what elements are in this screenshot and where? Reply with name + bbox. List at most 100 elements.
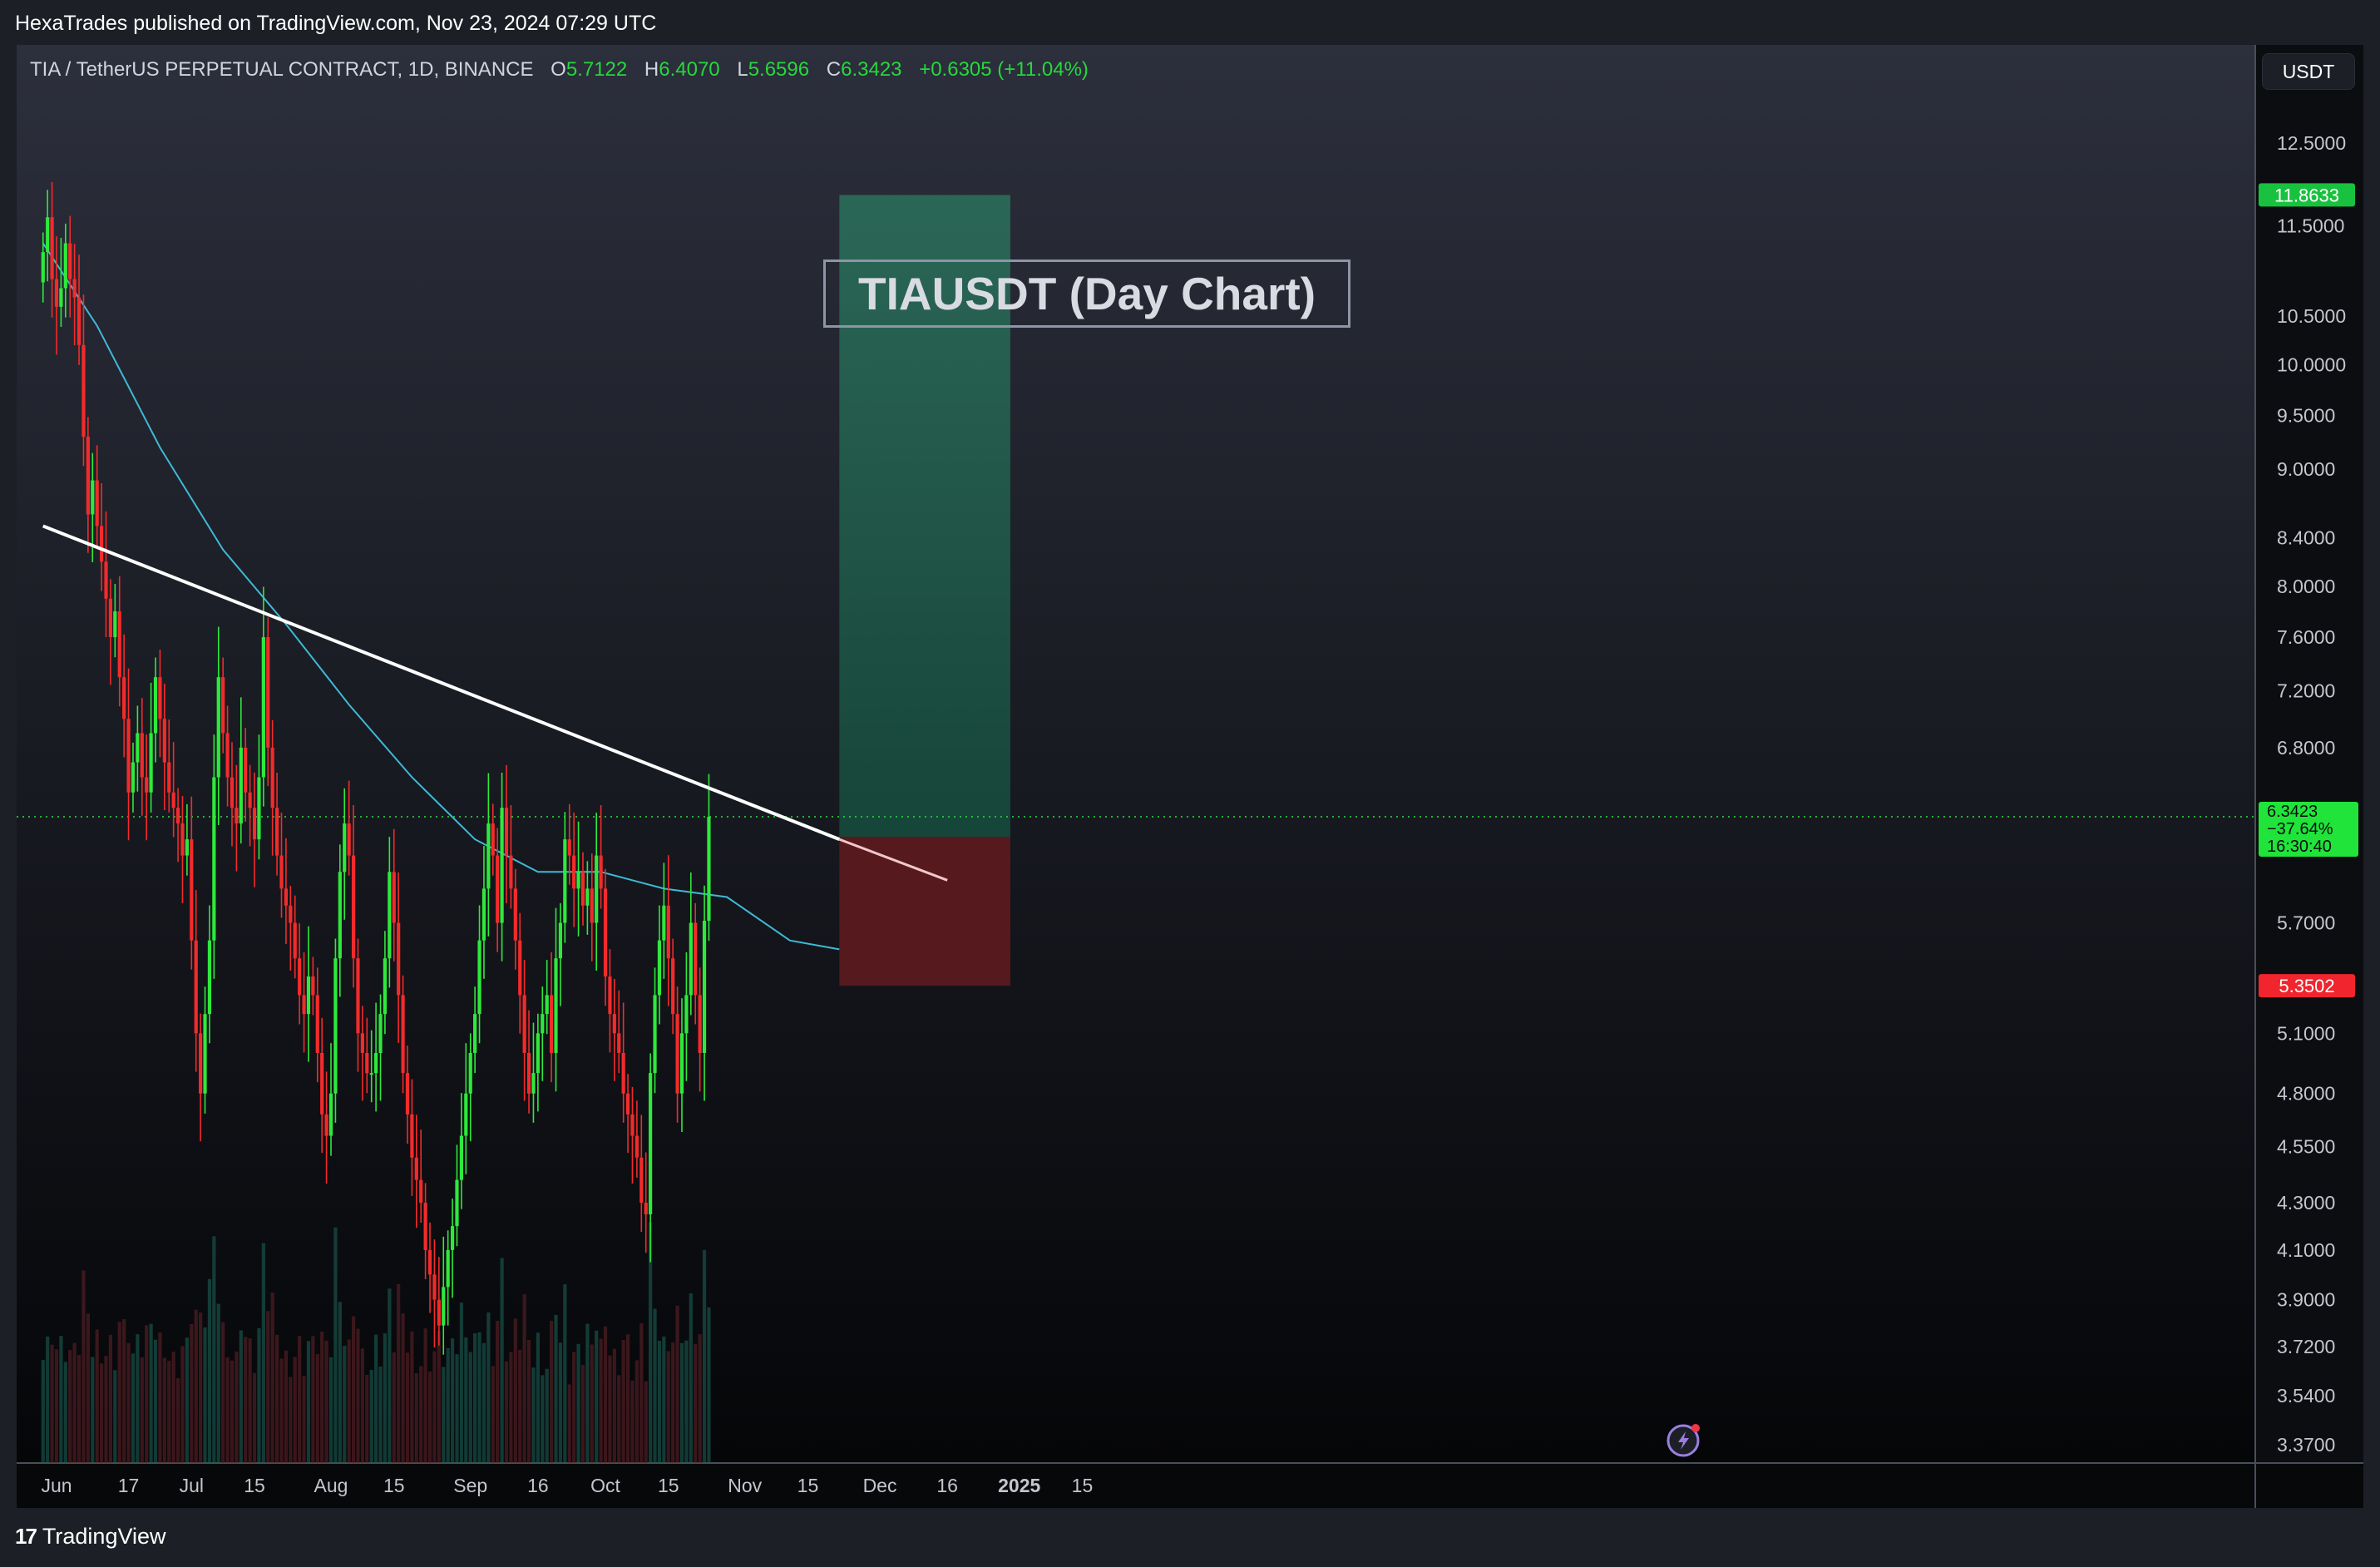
open-label: O (551, 58, 566, 81)
candle-body (531, 1073, 536, 1094)
volume-bar (320, 1332, 324, 1463)
volume-bar (266, 1311, 270, 1463)
last-price-badge-line: 16:30:40 (2267, 838, 2332, 856)
volume-bar (671, 1342, 675, 1463)
y-tick-label: 3.9000 (2277, 1289, 2335, 1311)
price-badge-label: 11.8633 (2274, 185, 2339, 205)
currency-selector[interactable]: USDT (2262, 53, 2355, 90)
symbol-description[interactable]: TIA / TetherUS PERPETUAL CONTRACT, 1D, B… (30, 58, 533, 81)
alert-icon[interactable] (1666, 1424, 1700, 1457)
candle-body (481, 888, 486, 941)
candle-body (590, 888, 594, 923)
volume-bar (136, 1334, 140, 1463)
candle-body (333, 958, 338, 1094)
volume-bar (221, 1322, 225, 1463)
x-tick-label: Dec (863, 1475, 897, 1496)
candle-body (639, 1157, 644, 1204)
low-label: L (737, 58, 748, 81)
candle-body (671, 958, 675, 1015)
candle-body (235, 808, 239, 824)
volume-bar (185, 1337, 189, 1463)
candle-body (694, 922, 698, 996)
candle-body (257, 777, 261, 840)
candle-body (194, 940, 198, 1034)
volume-bar (526, 1340, 531, 1463)
candle-body (572, 855, 576, 889)
volume-bar (518, 1349, 522, 1463)
volume-bar (378, 1367, 383, 1463)
candle-body (68, 243, 72, 279)
candle-body (324, 1114, 328, 1136)
volume-bar (207, 1278, 212, 1463)
y-tick-label: 12.5000 (2277, 132, 2346, 154)
y-tick-label: 9.5000 (2277, 405, 2335, 427)
volume-bar (401, 1313, 405, 1463)
volume-bar (95, 1329, 99, 1463)
volume-bar (46, 1336, 50, 1463)
volume-bar (175, 1377, 180, 1463)
volume-bar (536, 1332, 540, 1463)
volume-bar (617, 1375, 621, 1463)
candle-body (180, 823, 185, 856)
candle-body (108, 598, 113, 638)
candle-body (131, 762, 136, 793)
volume-bar (414, 1373, 418, 1463)
volume-bar (324, 1340, 328, 1463)
candle-body (423, 1203, 427, 1250)
candle-body (378, 1014, 383, 1053)
x-tick-label: 15 (658, 1475, 679, 1496)
volume-bar (545, 1368, 549, 1463)
volume-bar (405, 1352, 410, 1463)
low-value: 5.6596 (748, 58, 810, 81)
volume-bar (140, 1357, 144, 1463)
volume-bar (100, 1363, 104, 1463)
volume-bar (446, 1347, 450, 1463)
volume-bar (468, 1352, 472, 1463)
candle-body (635, 1135, 639, 1158)
volume-bar (333, 1227, 338, 1463)
volume-bar (117, 1322, 121, 1463)
volume-bar (432, 1351, 437, 1463)
volume-bar (388, 1288, 392, 1463)
volume-bar (500, 1258, 504, 1463)
candle-body (207, 940, 212, 1015)
candle-body (113, 611, 117, 638)
candle-body (630, 1114, 635, 1136)
candle-body (360, 1033, 364, 1053)
volume-bar (257, 1327, 261, 1463)
price-chart[interactable]: 12.5000 11.5000 10.5000 10.0000 9.5000 9.0000… (0, 0, 2380, 1567)
candle-body (679, 1033, 684, 1094)
volume-bar (491, 1366, 495, 1463)
candle-body (140, 733, 144, 778)
candle-body (284, 888, 289, 906)
candle-body (545, 995, 549, 1015)
candle-body (356, 958, 360, 1034)
volume-bar (572, 1352, 576, 1463)
candle-body (274, 808, 279, 856)
candle-body (662, 905, 666, 941)
volume-bar (374, 1334, 378, 1463)
volume-bar (311, 1336, 315, 1463)
volume-bar (91, 1357, 95, 1463)
candle-body (707, 817, 711, 921)
volume-bar (590, 1344, 594, 1463)
ohlc-legend: TIA / TetherUS PERPETUAL CONTRACT, 1D, B… (30, 58, 1100, 82)
candle-body (442, 1287, 446, 1326)
volume-bar (203, 1327, 207, 1463)
change-value: +0.6305 (+11.04%) (919, 58, 1089, 81)
y-tick-label: 8.4000 (2277, 527, 2335, 549)
volume-bar (684, 1340, 689, 1463)
volume-bar (252, 1372, 257, 1463)
chart-title: TIAUSDT (Day Chart) (823, 260, 1350, 328)
candle-body (298, 958, 302, 996)
volume-bar (531, 1367, 536, 1463)
volume-bar (423, 1328, 427, 1463)
x-tick-label: 16 (527, 1475, 549, 1496)
high-value: 6.4070 (659, 58, 720, 81)
candle-body (603, 888, 608, 977)
volume-bar (59, 1336, 63, 1463)
candle-body (513, 888, 517, 941)
volume-bar (698, 1334, 702, 1463)
x-tick-label: Nov (728, 1475, 762, 1496)
candle-body (617, 1033, 621, 1053)
